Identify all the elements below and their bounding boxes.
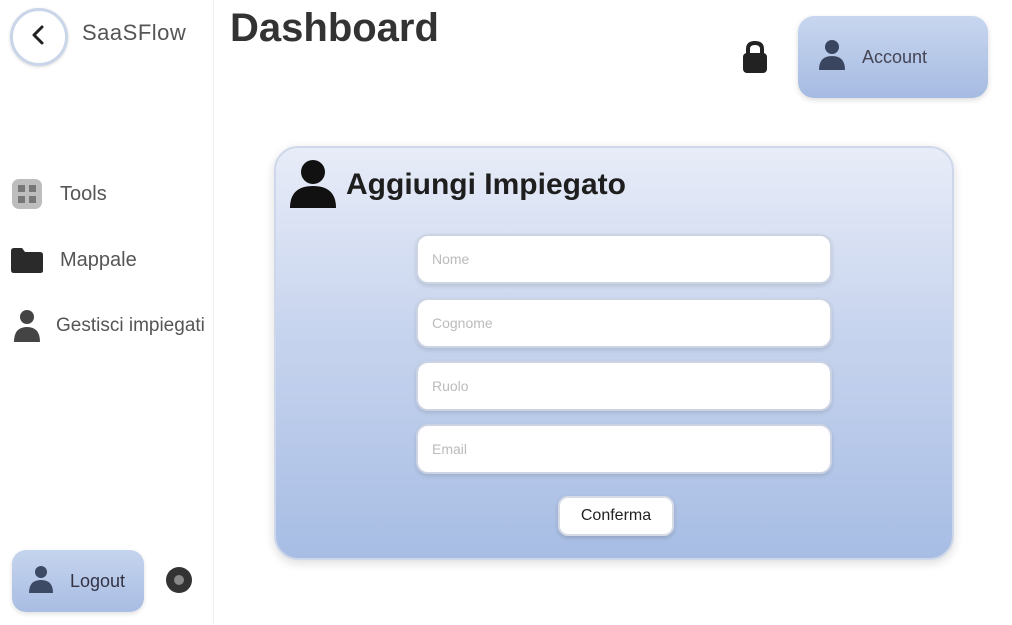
account-label: Account [862, 46, 928, 67]
user-icon [288, 158, 338, 210]
logout-label: Logout [70, 570, 126, 591]
sidebar-item-label: Gestisci impiegati [56, 315, 205, 336]
grid-icon [8, 175, 46, 213]
confirm-button[interactable]: Conferma [558, 496, 674, 536]
sidebar-item-label: Mappale [60, 248, 137, 271]
settings-button[interactable] [162, 565, 196, 599]
brand-name: SaaSFlow [82, 20, 187, 45]
gear-icon [164, 565, 194, 600]
user-icon [8, 307, 46, 345]
logout-button[interactable]: Logout [12, 550, 144, 612]
page-title: Dashboard [230, 6, 439, 50]
sidebar-item-tools[interactable]: Tools [8, 174, 107, 214]
account-button[interactable]: Account [798, 16, 988, 98]
name-field[interactable] [416, 234, 832, 284]
back-button[interactable] [10, 8, 68, 66]
sidebar-item-label: Tools [60, 182, 107, 205]
chevron-left-icon [24, 20, 54, 55]
sidebar-item-gestisci-impiegati[interactable]: Gestisci impiegati [8, 306, 205, 346]
sidebar-item-mappale[interactable]: Mappale [8, 240, 137, 280]
lock-icon [739, 39, 771, 80]
user-icon [28, 564, 54, 599]
surname-field[interactable] [416, 298, 832, 348]
role-field[interactable] [416, 361, 832, 411]
add-employee-form: Aggiungi Impiegato Conferma [274, 146, 954, 560]
folder-icon [8, 241, 46, 279]
sidebar: SaaSFlow Tools Mappale Gestisci impiegat… [0, 0, 214, 625]
user-icon [818, 39, 846, 76]
form-title: Aggiungi Impiegato [346, 168, 626, 201]
email-field[interactable] [416, 424, 832, 474]
lock-button[interactable] [734, 38, 776, 80]
